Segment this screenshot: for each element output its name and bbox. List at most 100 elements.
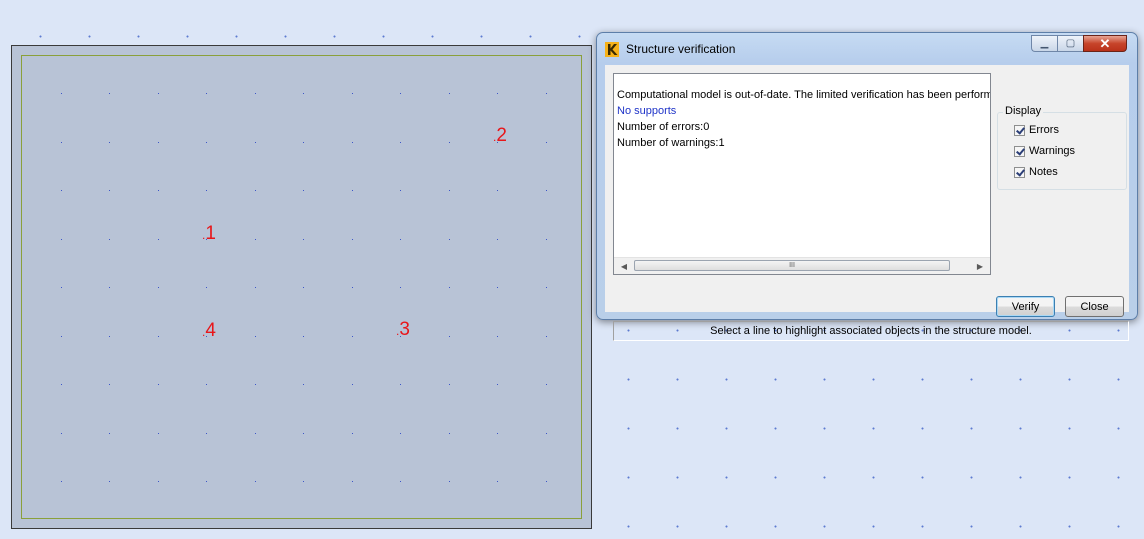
grid-dot bbox=[61, 481, 62, 482]
grid-dot bbox=[109, 481, 110, 482]
node-label-2[interactable]: .2 bbox=[493, 126, 507, 147]
grid-dot bbox=[546, 336, 547, 337]
grid-dot bbox=[400, 384, 401, 385]
warnings-checkbox-label: Warnings bbox=[1029, 145, 1076, 157]
grid-dot bbox=[206, 190, 207, 191]
grid-dot bbox=[255, 190, 256, 191]
grid-dot bbox=[303, 190, 304, 191]
grid-dot bbox=[158, 142, 159, 143]
grid-dot bbox=[206, 384, 207, 385]
grid-dot bbox=[255, 384, 256, 385]
grid-dot bbox=[400, 239, 401, 240]
scrollbar-grip: III bbox=[789, 262, 795, 269]
node-label-3[interactable]: .3 bbox=[396, 320, 410, 341]
grid-dot bbox=[255, 481, 256, 482]
grid-dot bbox=[497, 433, 498, 434]
grid-dot bbox=[158, 384, 159, 385]
grid-dot bbox=[449, 336, 450, 337]
grid-dot bbox=[546, 433, 547, 434]
grid-dot bbox=[449, 287, 450, 288]
grid-dot bbox=[546, 287, 547, 288]
display-options-group: Display Errors Warnings Notes bbox=[995, 105, 1127, 190]
grid-dot bbox=[255, 93, 256, 94]
grid-dot bbox=[400, 481, 401, 482]
horizontal-scrollbar[interactable]: ◀ III ▶ bbox=[614, 257, 990, 274]
grid-dot bbox=[61, 142, 62, 143]
checkbox-checked-icon bbox=[1014, 166, 1025, 178]
grid-dot bbox=[497, 93, 498, 94]
grid-dot bbox=[303, 336, 304, 337]
grid-dot bbox=[206, 93, 207, 94]
grid-dot bbox=[303, 287, 304, 288]
node-label-4[interactable]: .4 bbox=[202, 321, 216, 342]
grid-dot bbox=[497, 384, 498, 385]
errors-checkbox-label: Errors bbox=[1029, 124, 1059, 136]
grid-dot bbox=[206, 142, 207, 143]
grid-dot bbox=[400, 433, 401, 434]
grid-dot bbox=[303, 239, 304, 240]
grid-dot bbox=[109, 142, 110, 143]
grid-dot bbox=[158, 336, 159, 337]
grid-dot bbox=[206, 433, 207, 434]
warnings-checkbox[interactable]: Warnings bbox=[1014, 145, 1075, 157]
grid-dot bbox=[255, 433, 256, 434]
dialog-title: Structure verification bbox=[626, 42, 736, 56]
grid-dot bbox=[400, 190, 401, 191]
grid-dot bbox=[206, 481, 207, 482]
grid-dot bbox=[303, 481, 304, 482]
grid-dot bbox=[352, 93, 353, 94]
grid-dot bbox=[497, 336, 498, 337]
close-button[interactable]: Close bbox=[1065, 296, 1124, 317]
grid-dot bbox=[400, 142, 401, 143]
grid-dot bbox=[497, 239, 498, 240]
checkbox-checked-icon bbox=[1014, 145, 1025, 157]
list-item[interactable]: Number of warnings:1 bbox=[617, 136, 725, 150]
grid-dot bbox=[109, 190, 110, 191]
grid-dot bbox=[352, 336, 353, 337]
scroll-left-icon[interactable]: ◀ bbox=[616, 258, 632, 274]
grid-dot bbox=[158, 287, 159, 288]
status-bar: Select a line to highlight associated ob… bbox=[613, 321, 1129, 341]
grid-dot bbox=[546, 384, 547, 385]
checkbox-checked-icon bbox=[1014, 124, 1025, 136]
grid-dot bbox=[61, 336, 62, 337]
verify-button[interactable]: Verify bbox=[996, 296, 1055, 317]
grid-dot bbox=[109, 433, 110, 434]
list-item[interactable]: No supports bbox=[617, 104, 676, 118]
grid-dot bbox=[61, 287, 62, 288]
grid-dot bbox=[546, 142, 547, 143]
node-label-1[interactable]: .1 bbox=[202, 224, 216, 245]
errors-checkbox[interactable]: Errors bbox=[1014, 124, 1059, 136]
close-window-button[interactable]: ✕ bbox=[1083, 35, 1127, 52]
list-item[interactable]: Computational model is out-of-date. The … bbox=[617, 88, 990, 102]
grid-dot bbox=[546, 93, 547, 94]
list-item[interactable]: Number of errors:0 bbox=[617, 120, 709, 134]
scroll-right-icon[interactable]: ▶ bbox=[972, 258, 988, 274]
grid-dot bbox=[158, 239, 159, 240]
grid-dot bbox=[158, 190, 159, 191]
grid-dot bbox=[109, 93, 110, 94]
grid-dot bbox=[255, 239, 256, 240]
grid-dot bbox=[61, 93, 62, 94]
close-icon: ✕ bbox=[1099, 35, 1111, 51]
grid-dot bbox=[497, 481, 498, 482]
structure-viewport[interactable]: .1 .2 .3 .4 bbox=[11, 45, 592, 529]
maximize-button[interactable]: ▢ bbox=[1057, 35, 1083, 52]
grid-dot bbox=[158, 433, 159, 434]
minimize-button[interactable]: ▁ bbox=[1031, 35, 1057, 52]
grid-dot bbox=[255, 287, 256, 288]
message-list[interactable]: Computational model is out-of-date. The … bbox=[613, 73, 991, 275]
notes-checkbox[interactable]: Notes bbox=[1014, 166, 1058, 178]
grid-dot bbox=[352, 481, 353, 482]
grid-dot bbox=[449, 433, 450, 434]
maximize-icon: ▢ bbox=[1065, 38, 1076, 49]
grid-dot bbox=[352, 433, 353, 434]
grid-dot bbox=[61, 190, 62, 191]
grid-dot bbox=[546, 239, 547, 240]
grid-dot bbox=[352, 239, 353, 240]
grid-dot bbox=[497, 287, 498, 288]
scrollbar-thumb[interactable]: III bbox=[634, 260, 950, 271]
grid-dot bbox=[303, 433, 304, 434]
notes-checkbox-label: Notes bbox=[1029, 166, 1058, 178]
grid-dot bbox=[352, 142, 353, 143]
